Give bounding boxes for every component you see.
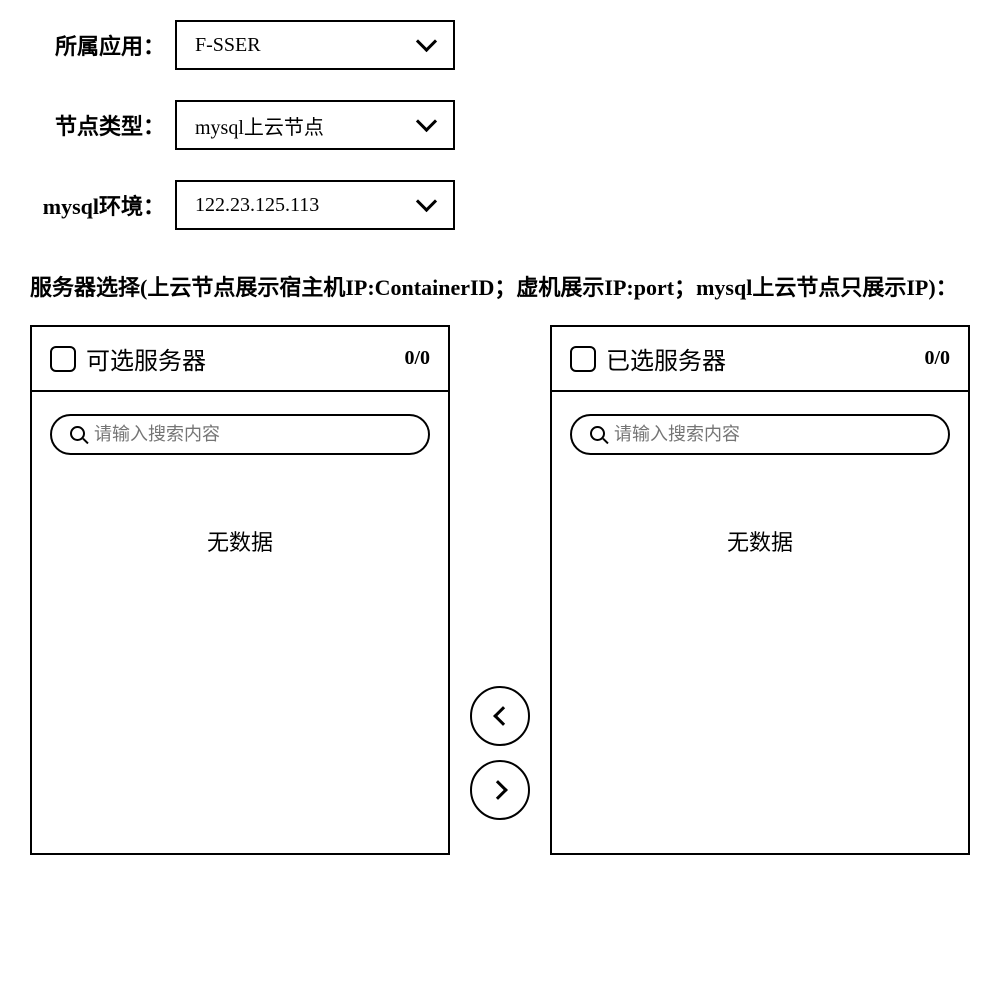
chevron-down-icon — [417, 116, 435, 134]
search-icon — [590, 426, 608, 444]
server-select-label: 服务器选择(上云节点展示宿主机IP:ContainerID；虚机展示IP:por… — [30, 260, 970, 315]
selected-panel-count: 0/0 — [924, 347, 950, 370]
node-type-label: 节点类型： — [30, 109, 175, 141]
move-left-button[interactable] — [470, 686, 530, 746]
selected-no-data: 无数据 — [570, 525, 950, 557]
available-panel-count: 0/0 — [404, 347, 430, 370]
selected-panel-header: 已选服务器 0/0 — [552, 327, 968, 392]
selected-servers-panel: 已选服务器 0/0 无数据 — [550, 325, 970, 855]
available-no-data: 无数据 — [50, 525, 430, 557]
move-right-button[interactable] — [470, 760, 530, 820]
mysql-env-select-value: 122.23.125.113 — [195, 194, 319, 217]
node-type-select-value: mysql上云节点 — [195, 111, 324, 140]
available-search-input[interactable] — [94, 424, 410, 445]
available-panel-title: 可选服务器 — [86, 341, 206, 376]
mysql-env-label: mysql环境： — [30, 189, 175, 221]
selected-select-all-checkbox[interactable] — [570, 346, 596, 372]
app-select-value: F-SSER — [195, 34, 261, 57]
available-panel-header: 可选服务器 0/0 — [32, 327, 448, 392]
transfer-controls — [450, 325, 550, 855]
chevron-left-icon — [493, 706, 513, 726]
chevron-down-icon — [417, 196, 435, 214]
node-type-select[interactable]: mysql上云节点 — [175, 100, 455, 150]
available-select-all-checkbox[interactable] — [50, 346, 76, 372]
transfer-container: 可选服务器 0/0 无数据 已选服务器 0/0 — [30, 325, 970, 855]
selected-search-box[interactable] — [570, 414, 950, 455]
selected-search-input[interactable] — [614, 424, 930, 445]
selected-panel-body: 无数据 — [552, 392, 968, 853]
app-label: 所属应用： — [30, 29, 175, 61]
available-panel-body: 无数据 — [32, 392, 448, 853]
chevron-right-icon — [488, 780, 508, 800]
selected-panel-title: 已选服务器 — [606, 341, 726, 376]
search-icon — [70, 426, 88, 444]
available-servers-panel: 可选服务器 0/0 无数据 — [30, 325, 450, 855]
mysql-env-select[interactable]: 122.23.125.113 — [175, 180, 455, 230]
app-select[interactable]: F-SSER — [175, 20, 455, 70]
chevron-down-icon — [417, 36, 435, 54]
available-search-box[interactable] — [50, 414, 430, 455]
